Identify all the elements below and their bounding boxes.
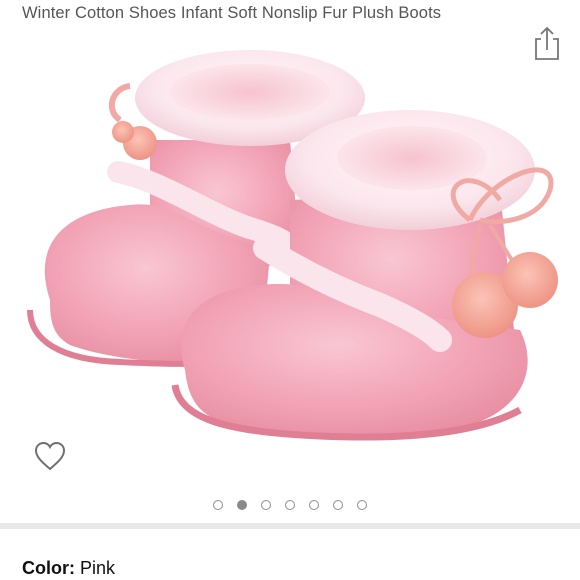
pagination-dot[interactable] xyxy=(261,500,271,510)
pagination-dot[interactable] xyxy=(357,500,367,510)
favorite-button[interactable] xyxy=(32,438,68,474)
pagination-dot[interactable] xyxy=(309,500,319,510)
pagination-dot[interactable] xyxy=(237,500,247,510)
color-selector[interactable]: Color: Pink xyxy=(22,558,115,579)
pagination-dot[interactable] xyxy=(333,500,343,510)
color-value: Pink xyxy=(80,558,116,578)
pagination-dot[interactable] xyxy=(213,500,223,510)
image-pagination xyxy=(0,496,580,514)
pink-fur-boots-illustration xyxy=(27,50,558,441)
product-title: Winter Cotton Shoes Infant Soft Nonslip … xyxy=(22,4,442,22)
product-image[interactable] xyxy=(0,40,580,510)
color-label: Color: xyxy=(22,558,75,578)
heart-outline-icon xyxy=(34,441,66,471)
section-divider xyxy=(0,523,580,529)
pagination-dot[interactable] xyxy=(285,500,295,510)
